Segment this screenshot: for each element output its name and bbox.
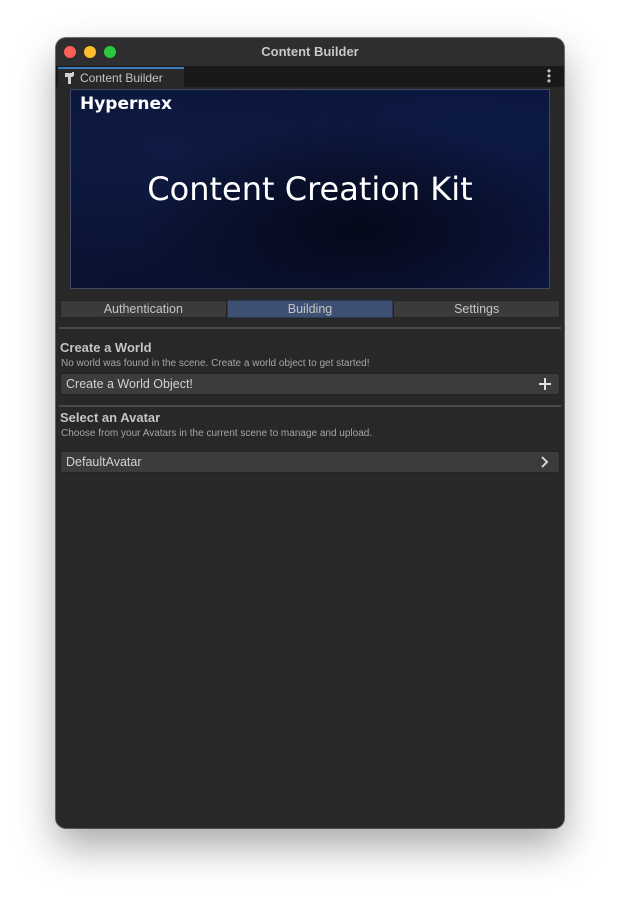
avatar-section-description: Choose from your Avatars in the current … <box>61 428 373 439</box>
content-builder-window: Content Builder Content Builder • • • Hype… <box>56 38 564 828</box>
section-tabs: Authentication Building Settings <box>60 300 561 318</box>
divider <box>59 405 561 407</box>
avatar-section-title: Select an Avatar <box>60 410 161 425</box>
chevron-right-icon <box>541 456 549 468</box>
world-section-description: No world was found in the scene. Create … <box>61 358 370 369</box>
hammer-icon <box>63 71 77 85</box>
create-world-object-label: Create a World Object! <box>66 377 193 391</box>
banner-title: Content Creation Kit <box>147 170 473 208</box>
plus-icon <box>539 378 551 390</box>
avatar-list-item-default[interactable]: DefaultAvatar <box>60 451 560 473</box>
title-bar[interactable]: Content Builder <box>56 38 564 67</box>
create-world-object-button[interactable]: Create a World Object! <box>60 373 560 395</box>
tab-authentication[interactable]: Authentication <box>60 300 227 318</box>
banner-image: Hypernex Content Creation Kit <box>70 89 550 289</box>
tab-content-builder[interactable]: Content Builder <box>58 67 184 87</box>
tab-label: Content Builder <box>80 71 163 85</box>
avatar-name: DefaultAvatar <box>66 455 142 469</box>
tab-building[interactable]: Building <box>226 300 394 318</box>
brand-logo-text: Hypernex <box>80 94 172 114</box>
more-options-icon[interactable]: • • • <box>546 65 552 87</box>
tab-settings[interactable]: Settings <box>393 300 561 318</box>
window-title: Content Builder <box>261 44 359 59</box>
divider <box>59 327 561 329</box>
tab-strip: Content Builder • • • <box>56 65 564 87</box>
world-section-title: Create a World <box>60 340 152 355</box>
